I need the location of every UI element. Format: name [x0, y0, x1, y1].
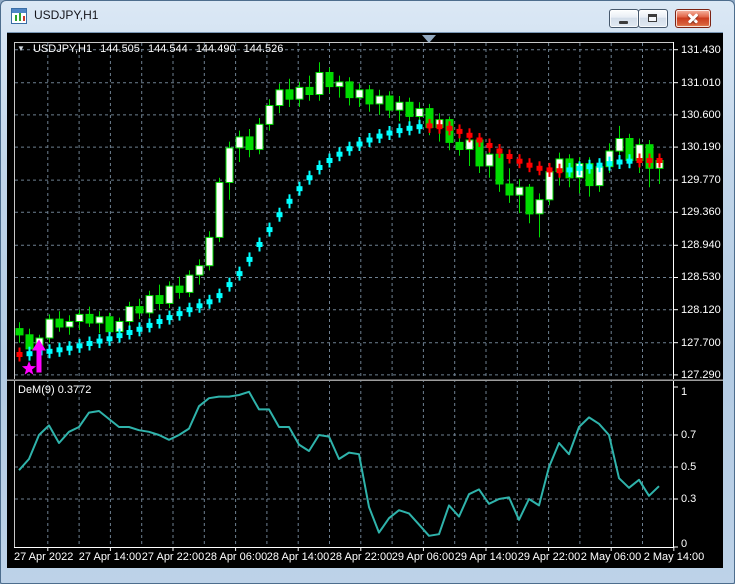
chart-window-icon	[11, 8, 27, 24]
minimize-icon	[619, 21, 628, 24]
icon-bar	[19, 13, 21, 21]
time-axis[interactable]: 27 Apr 2022 27 Apr 14:00 27 Apr 22:00 28 Ap…	[7, 33, 723, 568]
time-axis-label: 2 May 14:00	[643, 551, 705, 563]
window-title: USDJPY,H1	[34, 8, 99, 22]
icon-bar	[23, 16, 25, 21]
close-button[interactable]	[675, 9, 711, 28]
icon-bar	[15, 15, 17, 21]
restore-button[interactable]	[638, 9, 668, 28]
chart-window: USDJPY,H1 ▼ USDJPY,H1 144.505 144.544 14…	[0, 0, 735, 584]
time-axis-label: 27 Apr 2022	[14, 551, 74, 563]
chart-client-area[interactable]: ▼ USDJPY,H1 144.505 144.544 144.490 144.…	[7, 32, 723, 568]
minimize-button[interactable]	[609, 9, 639, 28]
restore-icon	[648, 14, 657, 22]
window-title-bar[interactable]: USDJPY,H1	[1, 1, 734, 31]
